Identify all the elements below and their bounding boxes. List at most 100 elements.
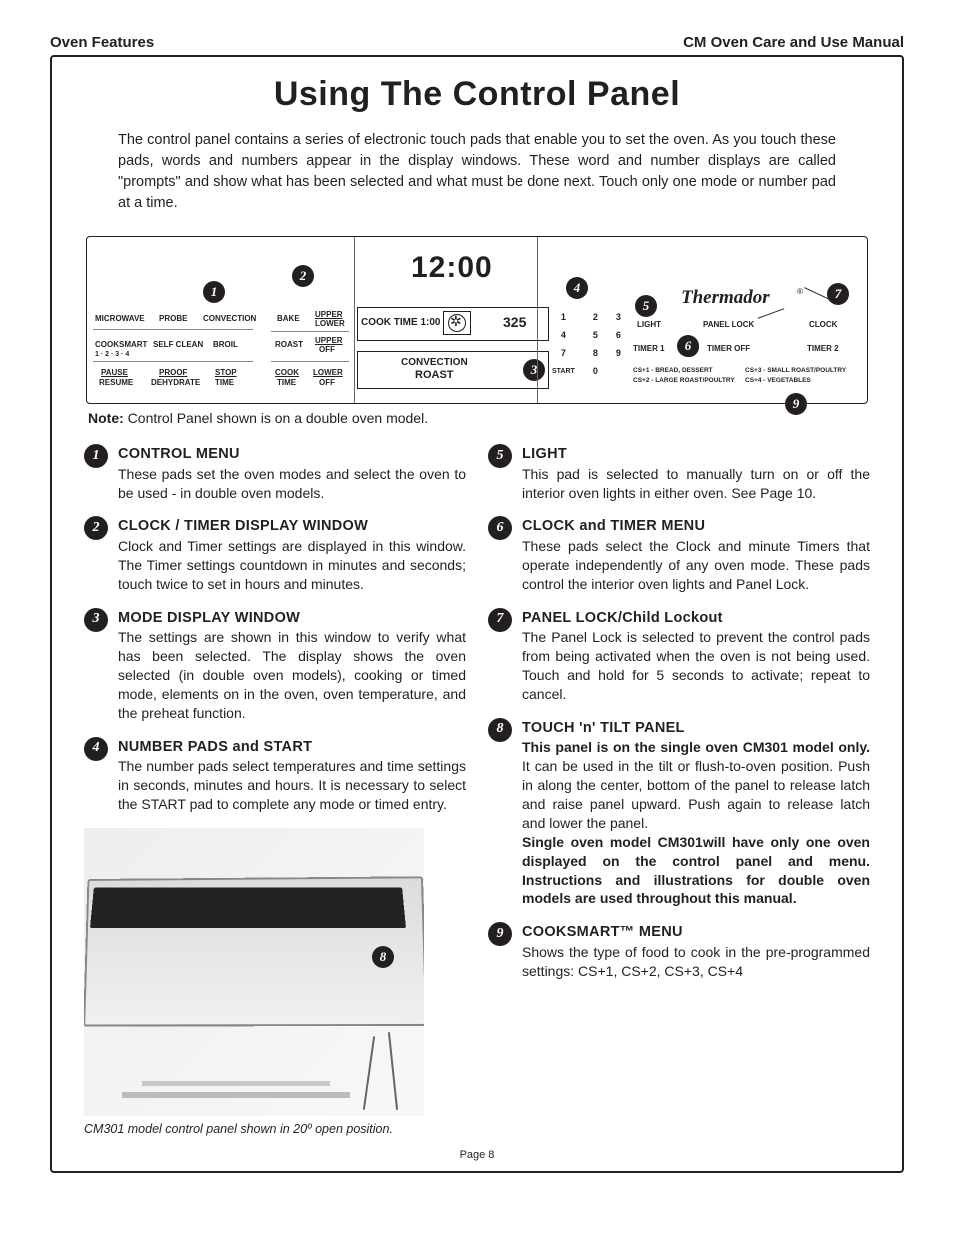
pad-lower3: LOWER: [313, 369, 343, 378]
num-4: 4: [544, 327, 583, 343]
pad-timer1: TIMER 1: [633, 345, 665, 354]
fan-icon: [448, 314, 466, 332]
pad-cooksmart: COOKSMART: [95, 341, 147, 350]
item-title: MODE DISPLAY WINDOW: [118, 610, 300, 626]
list-item: 2 CLOCK / TIMER DISPLAY WINDOW Clock and T…: [84, 516, 466, 593]
bullet-icon: 6: [488, 516, 512, 540]
pad-bake: BAKE: [277, 315, 300, 324]
note-text: Control Panel shown is on a double oven …: [124, 410, 428, 426]
pad-stoptime: TIME: [215, 379, 234, 388]
num-1: 1: [544, 309, 583, 325]
num-start: START: [544, 363, 583, 379]
bullet-icon: 4: [84, 737, 108, 761]
pad-cooktime: TIME: [277, 379, 296, 388]
pad-off2: OFF: [319, 346, 335, 355]
bullet-icon: 3: [84, 608, 108, 632]
item-title: NUMBER PADS and START: [118, 739, 312, 755]
item-body: These pads select the Clock and minute T…: [522, 538, 870, 592]
pad-clock: CLOCK: [809, 321, 837, 330]
callout-4-icon: 4: [566, 277, 588, 299]
item-title: TOUCH 'n' TILT PANEL: [522, 720, 685, 736]
callout-8-icon: 8: [372, 946, 394, 968]
item-title: LIGHT: [522, 446, 567, 462]
page-footer: Page 8: [52, 1149, 902, 1161]
list-item: 1 CONTROL MENU These pads set the oven mod…: [84, 444, 466, 502]
cs-note-2: CS+2 - LARGE ROAST/POULTRY: [633, 377, 735, 384]
left-column: 1 CONTROL MENU These pads set the oven mod…: [84, 444, 466, 1136]
list-item: 9 COOKSMART™ MENU Shows the type of food t…: [488, 922, 870, 980]
bullet-icon: 9: [488, 922, 512, 946]
brand-logo: Thermador: [681, 287, 770, 309]
item-body: This pad is selected to manually turn on…: [522, 466, 870, 501]
num-0: 0: [585, 363, 606, 379]
num-8: 8: [585, 345, 606, 361]
pad-broil: BROIL: [213, 341, 238, 350]
pad-stop: STOP: [215, 369, 237, 378]
num-5: 5: [585, 327, 606, 343]
photo-caption: CM301 model control panel shown in 20º o…: [84, 1122, 466, 1136]
pad-panellock: PANEL LOCK: [703, 321, 754, 330]
item-body: The number pads select temperatures and …: [118, 758, 466, 812]
callout-9-icon: 9: [785, 393, 807, 415]
list-item: 3 MODE DISPLAY WINDOW The settings are sho…: [84, 608, 466, 723]
control-panel-diagram: 1 MICROWAVE PROBE CONVECTION COOKSMART 1…: [86, 236, 868, 404]
pad-convection: CONVECTION: [203, 315, 256, 324]
page-title: Using The Control Panel: [84, 75, 870, 114]
item-title: COOKSMART™ MENU: [522, 924, 683, 940]
item-title: CLOCK / TIMER DISPLAY WINDOW: [118, 518, 368, 534]
pad-timeroff: TIMER OFF: [707, 345, 750, 354]
list-item: 8 TOUCH 'n' TILT PANEL This panel is on th…: [488, 718, 870, 909]
pad-proof: PROOF: [159, 369, 187, 378]
bullet-icon: 5: [488, 444, 512, 468]
pad-cooksmart-sub: 1 · 2 · 3 · 4: [95, 351, 129, 359]
cs-note-4: CS+4 - VEGETABLES: [745, 377, 811, 384]
item-body: The settings are shown in this window to…: [118, 629, 466, 721]
item-body: This panel is on the single oven CM301 m…: [522, 739, 870, 906]
list-item: 7 PANEL LOCK/Child Lockout The Panel Lock …: [488, 608, 870, 704]
intro-paragraph: The control panel contains a series of e…: [118, 130, 836, 214]
header-left: Oven Features: [50, 34, 154, 51]
brand-reg: ®: [797, 287, 803, 296]
item-body: The Panel Lock is selected to prevent th…: [522, 629, 870, 702]
item-title: PANEL LOCK/Child Lockout: [522, 610, 723, 626]
cm301-photo: 8: [84, 828, 424, 1116]
pad-lower1: LOWER: [315, 320, 345, 329]
pad-selfclean: SELF CLEAN: [153, 341, 203, 350]
item-title: CONTROL MENU: [118, 446, 240, 462]
list-item: 6 CLOCK and TIMER MENU These pads select t…: [488, 516, 870, 593]
note-label: Note:: [88, 410, 124, 426]
pad-timer2: TIMER 2: [807, 345, 839, 354]
callout-5-icon: 5: [635, 295, 657, 317]
item-body: Clock and Timer settings are displayed i…: [118, 538, 466, 592]
cs-note-1: CS+1 - BREAD, DESSERT: [633, 367, 713, 374]
callout-1-icon: 1: [203, 281, 225, 303]
display-temp: 325: [503, 315, 526, 330]
bullet-icon: 2: [84, 516, 108, 540]
callout-7-icon: 7: [827, 283, 849, 305]
item-body: These pads set the oven modes and select…: [118, 466, 466, 501]
num-7: 7: [544, 345, 583, 361]
list-item: 4 NUMBER PADS and START The number pads se…: [84, 737, 466, 814]
display-roast: ROAST: [415, 369, 454, 381]
bullet-icon: 7: [488, 608, 512, 632]
num-2: 2: [585, 309, 606, 325]
pad-light: LIGHT: [637, 321, 661, 330]
pad-pause: PAUSE: [101, 369, 128, 378]
display-clock: 12:00: [411, 251, 493, 285]
bullet-icon: 8: [488, 718, 512, 742]
display-convection: CONVECTION: [401, 357, 468, 368]
pad-probe: PROBE: [159, 315, 187, 324]
panel-note: Note: Control Panel shown is on a double…: [88, 410, 866, 426]
bullet-icon: 1: [84, 444, 108, 468]
pad-off3: OFF: [319, 379, 335, 388]
display-cooktime: COOK TIME 1:00: [361, 317, 440, 328]
callout-6-icon: 6: [677, 335, 699, 357]
header-right: CM Oven Care and Use Manual: [683, 34, 904, 51]
cs-note-3: CS+3 - SMALL ROAST/POULTRY: [745, 367, 846, 374]
pad-resume: RESUME: [99, 379, 133, 388]
list-item: 5 LIGHT This pad is selected to manually t…: [488, 444, 870, 502]
item-title: CLOCK and TIMER MENU: [522, 518, 705, 534]
item-body: Shows the type of food to cook in the pr…: [522, 944, 870, 979]
pad-dehydrate: DEHYDRATE: [151, 379, 200, 388]
right-column: 5 LIGHT This pad is selected to manually t…: [488, 444, 870, 1136]
